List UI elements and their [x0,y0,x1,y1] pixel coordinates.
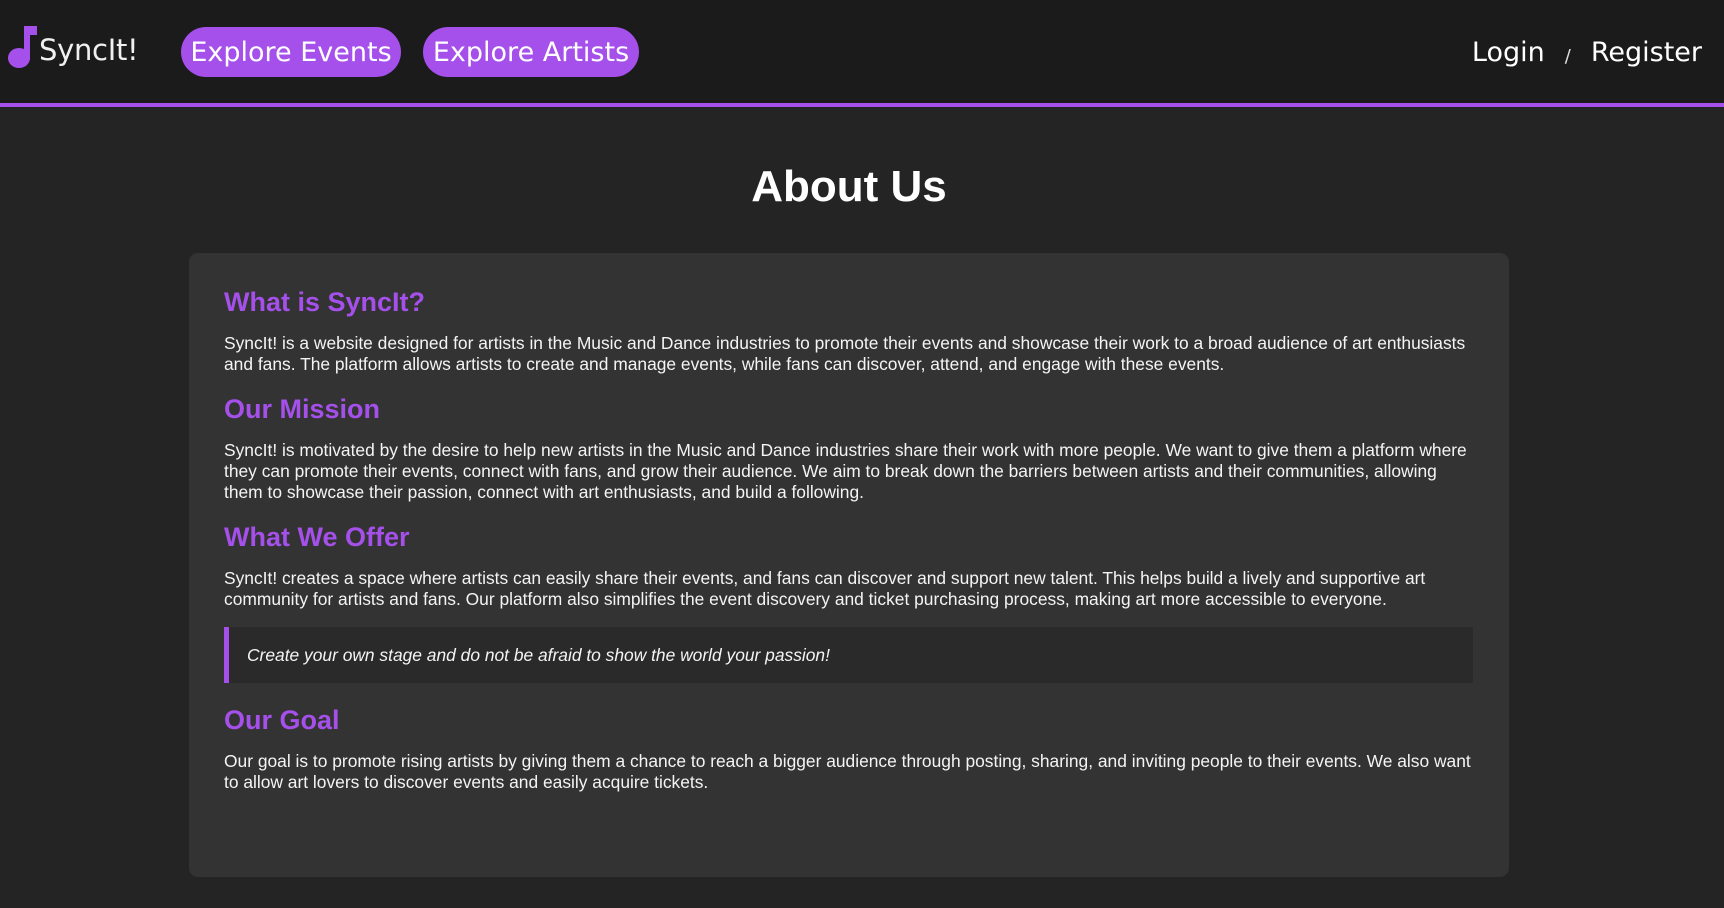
login-link[interactable]: Login [1472,37,1545,68]
navbar: SyncIt! Explore Events Explore Artists L… [0,0,1724,107]
section-body-what-is-syncit: SyncIt! is a website designed for artist… [224,333,1466,374]
explore-artists-button[interactable]: Explore Artists [423,27,639,77]
passion-quote: Create your own stage and do not be afra… [224,627,1473,683]
quote-text: Create your own stage and do not be afra… [247,644,830,665]
about-card: What is SyncIt? SyncIt! is a website des… [189,253,1509,877]
register-link[interactable]: Register [1591,37,1702,68]
section-body-our-goal: Our goal is to promote rising artists by… [224,751,1471,792]
auth-separator: / [1564,45,1571,67]
section-heading-what-is-syncit: What is SyncIt? [224,287,426,317]
section-body-our-mission: SyncIt! is motivated by the desire to he… [224,440,1467,502]
section-body-what-we-offer: SyncIt! creates a space where artists ca… [224,568,1426,609]
logo[interactable]: SyncIt! [5,24,139,72]
auth-links: Login / Register [1472,30,1702,74]
explore-events-button[interactable]: Explore Events [181,27,401,77]
page-title: About Us [751,162,947,211]
section-heading-our-mission: Our Mission [224,394,381,424]
logo-text: SyncIt! [39,33,139,67]
music-note-icon [5,24,37,72]
section-heading-our-goal: Our Goal [224,705,340,735]
section-heading-what-we-offer: What We Offer [224,522,410,552]
